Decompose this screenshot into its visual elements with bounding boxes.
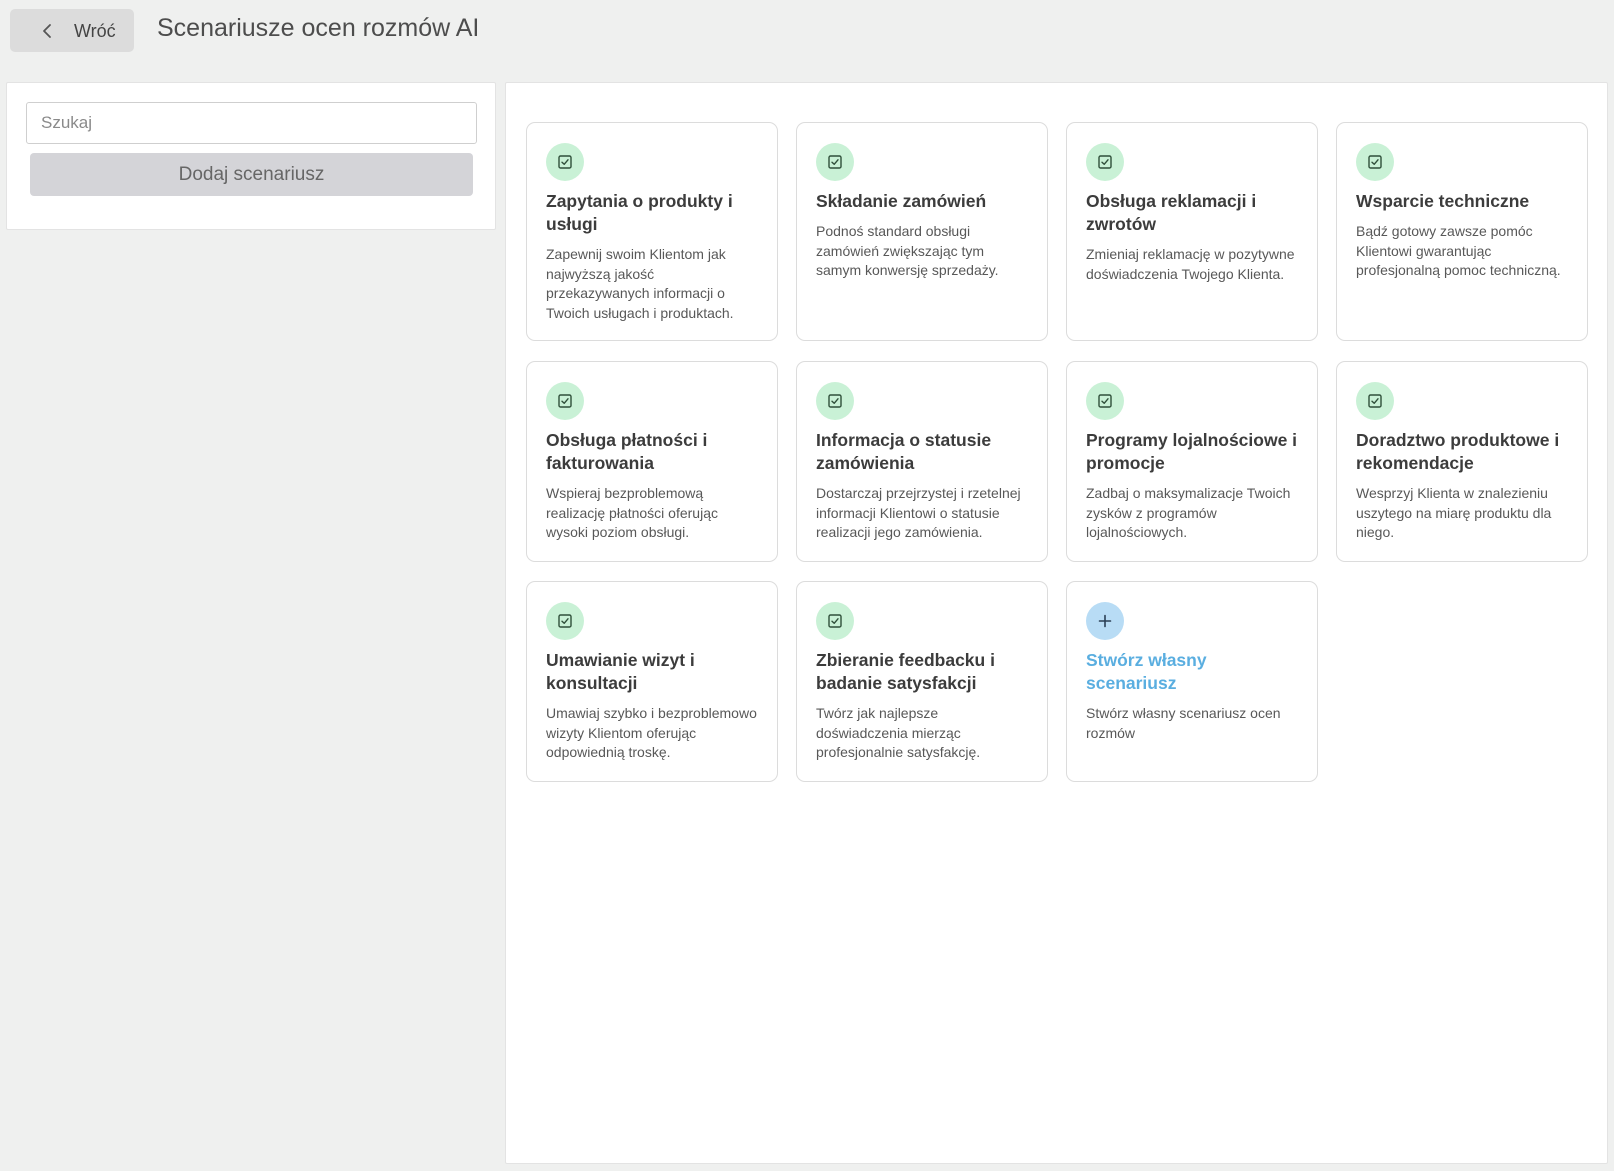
plus-icon [1086, 602, 1124, 640]
scenario-card[interactable]: Obsługa reklamacji i zwrotów Zmieniaj re… [1066, 122, 1318, 341]
checkbox-icon [816, 143, 854, 181]
scenario-card[interactable]: Wsparcie techniczne Bądź gotowy zawsze p… [1336, 122, 1588, 341]
card-description: Umawiaj szybko i bezproblemowo wizyty Kl… [546, 705, 757, 760]
card-title: Programy lojalnościowe i promocje [1086, 430, 1298, 473]
checkbox-icon [1086, 382, 1124, 420]
scenario-card[interactable]: Zapytania o produkty i usługi Zapewnij s… [526, 122, 778, 341]
checkbox-icon [546, 602, 584, 640]
scenario-card[interactable]: Zbieranie feedbacku i badanie satysfakcj… [796, 581, 1048, 782]
card-description: Wesprzyj Klienta w znalezieniu uszytego … [1356, 485, 1552, 540]
card-title: Doradztwo produktowe i rekomendacje [1356, 430, 1560, 473]
card-description: Twórz jak najlepsze doświadczenia mierzą… [816, 705, 981, 760]
checkbox-icon [1356, 143, 1394, 181]
checkbox-icon [546, 382, 584, 420]
create-custom-scenario-card[interactable]: Stwórz własny scenariusz Stwórz własny s… [1066, 581, 1318, 782]
card-description: Stwórz własny scenariusz ocen rozmów [1086, 705, 1281, 741]
card-description: Dostarczaj przejrzystej i rzetelnej info… [816, 485, 1021, 540]
card-title: Zapytania o produkty i usługi [546, 191, 733, 234]
card-title: Informacja o statusie zamówienia [816, 430, 992, 473]
scenario-card[interactable]: Programy lojalnościowe i promocje Zadbaj… [1066, 361, 1318, 562]
checkbox-icon [816, 382, 854, 420]
scenario-card[interactable]: Doradztwo produktowe i rekomendacje Wesp… [1336, 361, 1588, 562]
card-title: Umawianie wizyt i konsultacji [546, 650, 695, 693]
card-description: Wspieraj bezproblemową realizację płatno… [546, 485, 718, 540]
checkbox-icon [546, 143, 584, 181]
card-title: Wsparcie techniczne [1356, 191, 1530, 211]
back-button-label: Wróć [74, 21, 116, 41]
chevron-left-icon [43, 24, 51, 38]
card-title: Stwórz własny scenariusz [1086, 650, 1207, 693]
scenario-grid: Zapytania o produkty i usługi Zapewnij s… [505, 82, 1608, 1164]
scenario-card[interactable]: Informacja o statusie zamówienia Dostarc… [796, 361, 1048, 562]
card-description: Zadbaj o maksymalizacje Twoich zysków z … [1086, 485, 1291, 540]
card-description: Bądź gotowy zawsze pomóc Klientowi gwara… [1356, 223, 1561, 278]
card-description: Zapewnij swoim Klientom jak najwyższą ja… [546, 246, 734, 321]
checkbox-icon [1086, 143, 1124, 181]
card-title: Obsługa reklamacji i zwrotów [1086, 191, 1257, 234]
checkbox-icon [816, 602, 854, 640]
card-title: Składanie zamówień [816, 191, 987, 211]
card-description: Podnoś standard obsługi zamówień zwiększ… [816, 223, 999, 278]
page-title: Scenariusze ocen rozmów AI [157, 14, 480, 42]
scenario-card[interactable]: Składanie zamówień Podnoś standard obsłu… [796, 122, 1048, 341]
card-title: Obsługa płatności i fakturowania [546, 430, 708, 473]
sidebar: Dodaj scenariusz [6, 82, 496, 230]
card-description: Zmieniaj reklamację w pozytywne doświadc… [1086, 246, 1295, 282]
add-scenario-button[interactable]: Dodaj scenariusz [30, 153, 473, 196]
scenario-card[interactable]: Obsługa płatności i fakturowania Wspiera… [526, 361, 778, 562]
card-title: Zbieranie feedbacku i badanie satysfakcj… [816, 650, 995, 693]
back-button[interactable]: Wróć [10, 9, 134, 52]
scenario-card[interactable]: Umawianie wizyt i konsultacji Umawiaj sz… [526, 581, 778, 782]
header: Wróć Scenariusze ocen rozmów AI [0, 0, 1614, 64]
search-input[interactable] [26, 102, 477, 144]
checkbox-icon [1356, 382, 1394, 420]
